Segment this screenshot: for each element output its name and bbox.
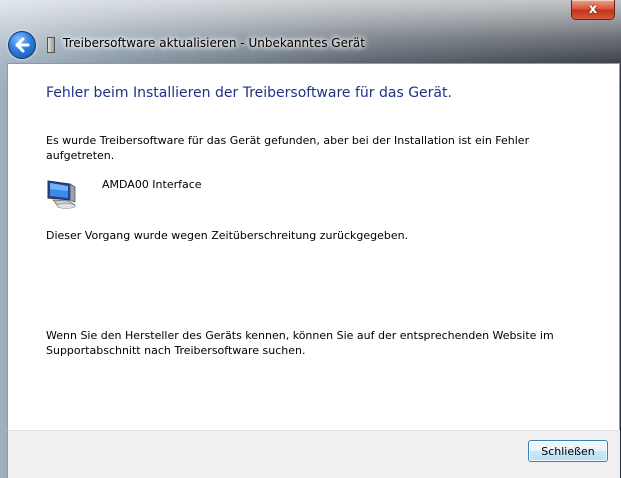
dialog-footer: Schließen bbox=[7, 430, 620, 478]
close-icon: x bbox=[588, 2, 598, 17]
back-arrow-icon bbox=[15, 37, 30, 53]
window-title: Treibersoftware aktualisieren - Unbekann… bbox=[63, 36, 365, 50]
error-reason: Dieser Vorgang wurde wegen Zeitüberschre… bbox=[46, 229, 409, 242]
monitor-device-icon bbox=[47, 180, 77, 209]
dialog-heading: Fehler beim Installieren der Treibersoft… bbox=[46, 85, 452, 101]
device-manager-icon bbox=[47, 37, 55, 53]
window-close-button[interactable]: x bbox=[571, 0, 615, 20]
dialog-content: Fehler beim Installieren der Treibersoft… bbox=[7, 63, 620, 430]
error-message: Es wurde Treibersoftware für das Gerät g… bbox=[46, 134, 530, 162]
device-row: AMDA00 Interface bbox=[45, 175, 445, 211]
device-name: AMDA00 Interface bbox=[102, 178, 202, 191]
support-hint: Wenn Sie den Hersteller des Geräts kenne… bbox=[46, 329, 554, 357]
back-button[interactable] bbox=[8, 31, 36, 59]
title-bar: Treibersoftware aktualisieren - Unbekann… bbox=[0, 26, 621, 62]
close-dialog-button[interactable]: Schließen bbox=[528, 440, 608, 462]
